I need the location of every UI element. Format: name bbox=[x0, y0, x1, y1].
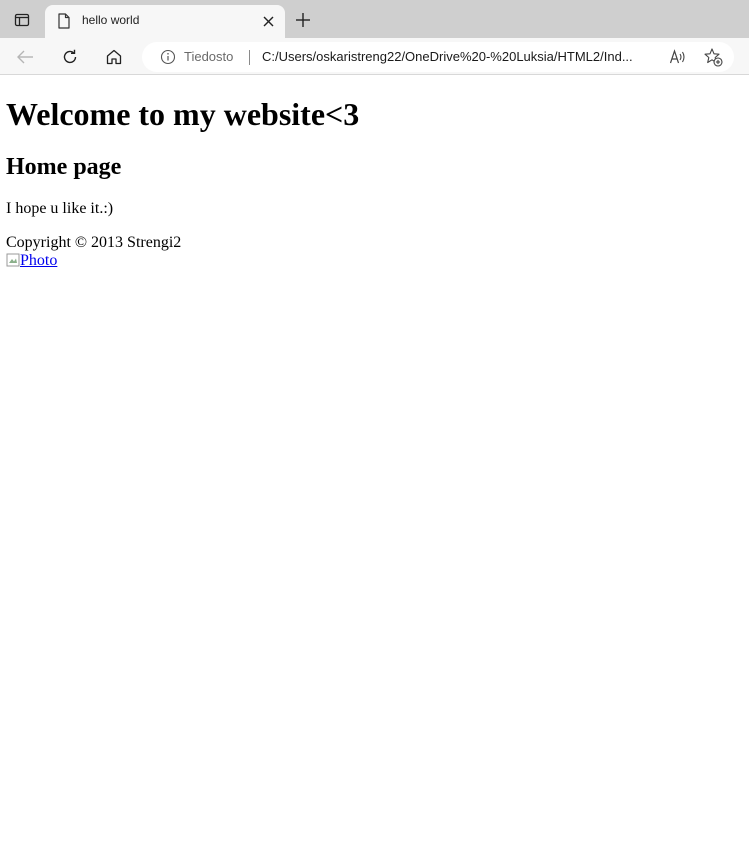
tab-actions-button[interactable] bbox=[8, 6, 36, 34]
read-aloud-button[interactable] bbox=[666, 46, 690, 68]
info-icon[interactable] bbox=[160, 49, 176, 65]
broken-image-icon bbox=[6, 253, 20, 267]
page-heading: Welcome to my website<3 bbox=[6, 96, 360, 132]
page-icon bbox=[58, 13, 70, 29]
page-viewport: Welcome to my website<3 Home page I hope… bbox=[0, 75, 749, 841]
photo-alt-text: Photo bbox=[20, 252, 58, 269]
tab-actions-icon bbox=[14, 13, 30, 27]
site-info-label[interactable]: Tiedosto bbox=[184, 49, 233, 64]
back-arrow-icon bbox=[17, 50, 33, 64]
back-button[interactable] bbox=[11, 43, 39, 71]
tab-strip: hello world bbox=[0, 0, 749, 38]
refresh-icon bbox=[63, 49, 77, 64]
tab-active[interactable]: hello world bbox=[45, 5, 285, 38]
home-button[interactable] bbox=[100, 43, 128, 71]
plus-icon bbox=[296, 13, 310, 27]
close-icon bbox=[263, 16, 273, 26]
page-subheading: Home page bbox=[6, 154, 122, 180]
new-tab-button[interactable] bbox=[290, 7, 316, 33]
add-favorite-icon bbox=[704, 48, 723, 67]
copyright-text: Copyright © 2013 Strengi2 bbox=[6, 234, 182, 251]
add-favorite-button[interactable] bbox=[701, 46, 725, 68]
tab-close-button[interactable] bbox=[259, 12, 277, 30]
intro-text: I hope u like it.:) bbox=[6, 200, 114, 217]
address-bar[interactable]: Tiedosto C:/Users/oskaristreng22/OneDriv… bbox=[142, 42, 734, 72]
read-aloud-icon bbox=[669, 49, 685, 64]
browser-window: hello world Tiedosto C:/Users/oskaristre… bbox=[0, 0, 749, 841]
refresh-button[interactable] bbox=[56, 43, 84, 71]
photo-link[interactable]: Photo bbox=[6, 252, 57, 270]
toolbar: Tiedosto C:/Users/oskaristreng22/OneDriv… bbox=[0, 38, 749, 75]
url-text[interactable]: C:/Users/oskaristreng22/OneDrive%20-%20L… bbox=[262, 49, 658, 64]
tab-title: hello world bbox=[82, 13, 140, 27]
home-icon bbox=[106, 49, 122, 65]
address-divider bbox=[249, 50, 250, 65]
